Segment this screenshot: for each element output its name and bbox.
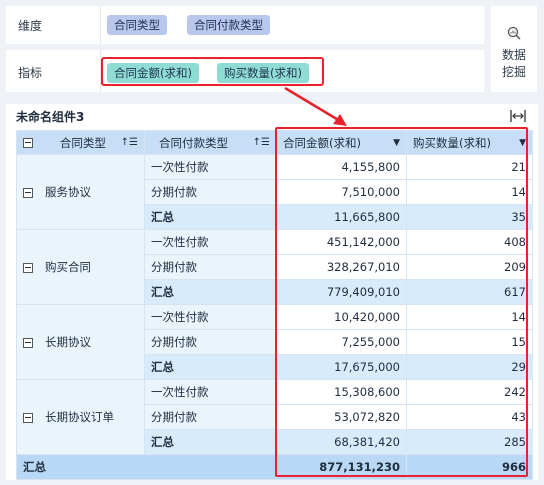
pill-purchase-qty[interactable]: 购买数量(求和) <box>217 63 309 83</box>
expand-columns-icon[interactable] <box>510 110 526 122</box>
grand-total-row: 汇总 877,131,230 966 <box>16 454 533 480</box>
header-label: 合同类型 <box>59 135 106 150</box>
header-contract-amount[interactable]: 合同金额(求和) ▼ <box>276 130 407 155</box>
divider <box>100 6 101 44</box>
contract-amount-cell: 11,665,800 <box>276 204 407 230</box>
search-chart-icon <box>507 26 521 40</box>
grand-total-amount: 877,131,230 <box>276 454 407 480</box>
table-row: 长期协议订单 一次性付款 15,308,600 242 <box>16 379 533 455</box>
header-contract-type[interactable]: 合同类型 ↑☰ <box>16 130 145 155</box>
payment-type-cell: 汇总 <box>144 354 277 380</box>
contract-type-cell: 服务协议 <box>16 154 145 230</box>
measure-row: 指标 合同金额(求和) 购买数量(求和) <box>6 50 484 92</box>
pill-contract-type[interactable]: 合同类型 <box>107 15 167 35</box>
contract-type-cell: 购买合同 <box>16 229 145 305</box>
data-mining-button[interactable]: 数据 挖掘 <box>491 6 537 92</box>
contract-amount-cell: 68,381,420 <box>276 429 407 455</box>
dropdown-caret-icon[interactable]: ▼ <box>393 138 400 148</box>
contract-amount-cell: 15,308,600 <box>276 379 407 405</box>
header-purchase-qty[interactable]: 购买数量(求和) ▼ <box>406 130 533 155</box>
contract-amount-cell: 451,142,000 <box>276 229 407 255</box>
collapse-all-icon[interactable] <box>23 137 33 148</box>
collapse-group-icon[interactable] <box>23 262 33 273</box>
contract-type-cell: 长期协议订单 <box>16 379 145 455</box>
header-label: 购买数量(求和) <box>413 135 491 150</box>
table-widget: 未命名组件3 合同类型 ↑☰ 合同付款类型 ↑☰ 合同金额(求和) ▼ 购买数量… <box>6 104 538 480</box>
payment-type-cell: 一次性付款 <box>144 304 277 330</box>
payment-type-cell: 分期付款 <box>144 179 277 205</box>
payment-type-cell: 一次性付款 <box>144 229 277 255</box>
widget-title: 未命名组件3 <box>16 110 85 124</box>
contract-type-label: 服务协议 <box>45 185 91 199</box>
payment-type-cell: 分期付款 <box>144 329 277 355</box>
pill-payment-type[interactable]: 合同付款类型 <box>187 15 270 35</box>
grand-total-label: 汇总 <box>16 454 277 480</box>
purchase-qty-cell: 209 <box>406 254 533 280</box>
table-row: 服务协议 一次性付款 4,155,800 21 <box>16 154 533 230</box>
mining-label-line1: 数据 <box>501 48 526 62</box>
pill-contract-amount[interactable]: 合同金额(求和) <box>107 63 199 83</box>
header-payment-type[interactable]: 合同付款类型 ↑☰ <box>144 130 277 155</box>
sort-icon[interactable]: ↑☰ <box>121 137 138 148</box>
purchase-qty-cell: 21 <box>406 154 533 180</box>
contract-type-label: 长期协议订单 <box>45 410 114 424</box>
contract-type-cell: 长期协议 <box>16 304 145 380</box>
payment-type-cell: 汇总 <box>144 429 277 455</box>
payment-type-cell: 分期付款 <box>144 404 277 430</box>
contract-type-label: 长期协议 <box>45 335 91 349</box>
contract-amount-cell: 328,267,010 <box>276 254 407 280</box>
contract-amount-cell: 7,255,000 <box>276 329 407 355</box>
contract-type-label: 购买合同 <box>45 260 91 274</box>
purchase-qty-cell: 35 <box>406 204 533 230</box>
purchase-qty-cell: 285 <box>406 429 533 455</box>
collapse-group-icon[interactable] <box>23 337 33 348</box>
purchase-qty-cell: 15 <box>406 329 533 355</box>
dimension-label: 维度 <box>18 19 43 33</box>
contract-amount-cell: 53,072,820 <box>276 404 407 430</box>
contract-amount-cell: 17,675,000 <box>276 354 407 380</box>
purchase-qty-cell: 408 <box>406 229 533 255</box>
sort-icon[interactable]: ↑☰ <box>253 137 270 148</box>
purchase-qty-cell: 43 <box>406 404 533 430</box>
contract-amount-cell: 7,510,000 <box>276 179 407 205</box>
dimension-row: 维度 合同类型 合同付款类型 <box>6 6 484 44</box>
dropdown-caret-icon[interactable]: ▼ <box>519 138 526 148</box>
measure-label: 指标 <box>18 66 43 80</box>
table-row: 购买合同 一次性付款 451,142,000 408 <box>16 229 533 305</box>
payment-type-cell: 一次性付款 <box>144 154 277 180</box>
grand-total-qty: 966 <box>406 454 533 480</box>
contract-amount-cell: 4,155,800 <box>276 154 407 180</box>
payment-type-cell: 分期付款 <box>144 254 277 280</box>
pivot-table: 合同类型 ↑☰ 合同付款类型 ↑☰ 合同金额(求和) ▼ 购买数量(求和) ▼ … <box>16 130 533 480</box>
payment-type-cell: 汇总 <box>144 204 277 230</box>
purchase-qty-cell: 14 <box>406 179 533 205</box>
purchase-qty-cell: 617 <box>406 279 533 305</box>
purchase-qty-cell: 29 <box>406 354 533 380</box>
header-label: 合同付款类型 <box>159 135 228 150</box>
purchase-qty-cell: 242 <box>406 379 533 405</box>
divider <box>100 50 101 92</box>
table-row: 长期协议 一次性付款 10,420,000 14 <box>16 304 533 380</box>
table-header-row: 合同类型 ↑☰ 合同付款类型 ↑☰ 合同金额(求和) ▼ 购买数量(求和) ▼ <box>16 130 533 155</box>
collapse-group-icon[interactable] <box>23 412 33 423</box>
payment-type-cell: 汇总 <box>144 279 277 305</box>
payment-type-cell: 一次性付款 <box>144 379 277 405</box>
header-label: 合同金额(求和) <box>283 135 361 150</box>
contract-amount-cell: 779,409,010 <box>276 279 407 305</box>
mining-label-line2: 挖掘 <box>501 65 526 79</box>
purchase-qty-cell: 14 <box>406 304 533 330</box>
contract-amount-cell: 10,420,000 <box>276 304 407 330</box>
collapse-group-icon[interactable] <box>23 187 33 198</box>
